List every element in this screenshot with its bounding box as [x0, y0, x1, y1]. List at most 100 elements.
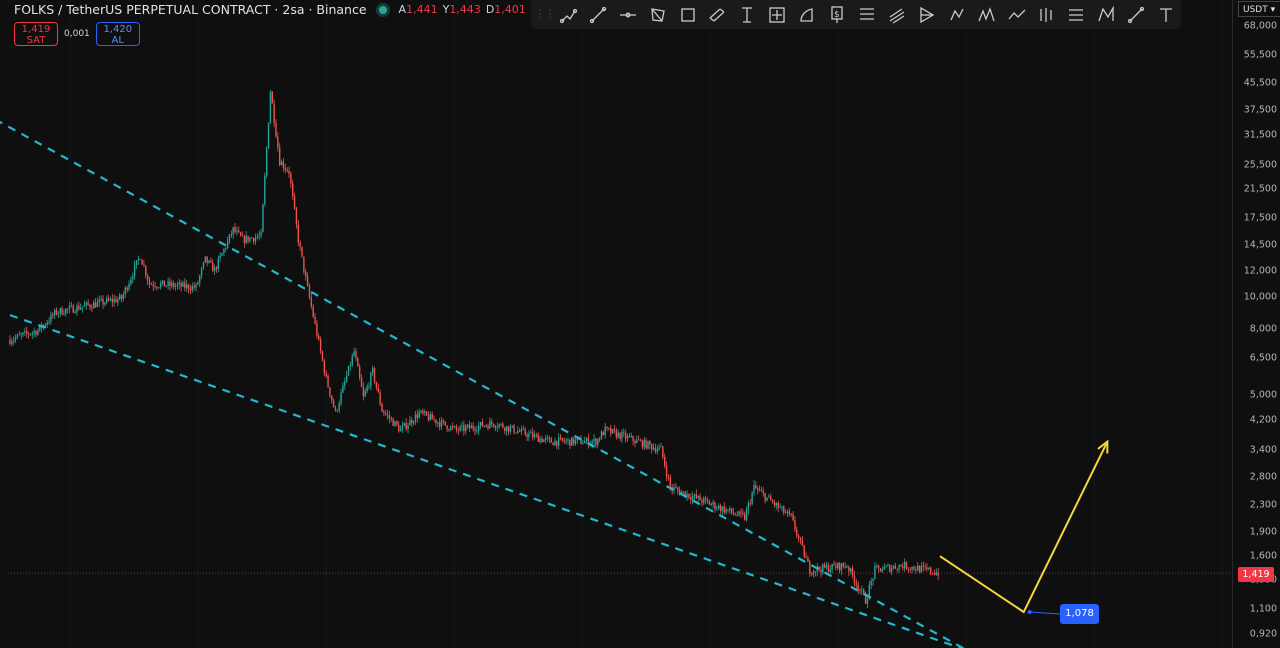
measure-tool-icon[interactable]: [762, 0, 792, 29]
target-anchor: [1027, 610, 1032, 615]
candle-body: [626, 436, 629, 439]
candle-body: [611, 429, 614, 434]
candle-body: [777, 503, 779, 508]
fib-levels-tool-icon[interactable]: [1061, 0, 1091, 29]
candle-body: [184, 282, 186, 288]
candle-body: [247, 235, 249, 242]
arc-tool-icon[interactable]: [792, 0, 822, 29]
candle-body: [319, 339, 322, 352]
candle-body: [193, 286, 195, 288]
trend-angle-tool-icon[interactable]: [553, 0, 583, 29]
candle-body: [465, 426, 467, 432]
candle-body: [243, 235, 246, 243]
candle-body: [812, 571, 815, 575]
candle-body: [664, 456, 666, 467]
candle-body: [219, 255, 221, 259]
text-tool-icon[interactable]: [1151, 0, 1181, 29]
candle-body: [651, 444, 653, 450]
xabcd-tool-icon[interactable]: [1091, 0, 1121, 29]
candle-body: [647, 441, 649, 449]
candle-body: [106, 298, 108, 303]
fib-retracement-tool-icon[interactable]: [852, 0, 882, 29]
candle-body: [879, 568, 882, 572]
candle-body: [660, 446, 662, 448]
candle-body: [433, 419, 435, 421]
candle-body: [444, 421, 446, 426]
candle-body: [809, 561, 811, 575]
candle-body: [662, 446, 664, 457]
candle-body: [597, 438, 599, 446]
price-axis[interactable]: 68,000 55,500 45,500 37,500 31,500 25,500 21,5…: [1232, 0, 1280, 648]
path-tool-icon[interactable]: [1002, 0, 1032, 29]
candle-body: [451, 426, 454, 428]
candle-body: [35, 331, 37, 335]
candle-body: [20, 334, 22, 336]
price-chart[interactable]: [0, 0, 1280, 648]
candle-body: [159, 283, 162, 288]
text-note-tool-icon[interactable]: [732, 0, 762, 29]
candle-body: [332, 400, 335, 408]
candle-body: [710, 504, 712, 505]
candle-body: [265, 148, 268, 176]
candle-body: [13, 339, 15, 342]
candle-body: [128, 283, 130, 290]
drag-handle-icon[interactable]: ⋮⋮: [535, 9, 555, 20]
candle-body: [24, 331, 26, 333]
candle-body: [695, 494, 698, 498]
candle-body: [204, 256, 206, 263]
candle-body: [474, 428, 476, 431]
candle-body: [57, 313, 60, 315]
sell-price: 1,419: [21, 24, 51, 35]
price-label-tool-icon[interactable]: $: [822, 0, 852, 29]
parallel-channel-tool-icon[interactable]: [703, 0, 733, 29]
candle-body: [91, 307, 93, 309]
candle-body: [301, 246, 303, 257]
candle-body: [316, 323, 318, 337]
candle-body: [87, 302, 89, 305]
candle-body: [637, 439, 640, 441]
candle-body: [634, 440, 636, 443]
candle-body: [288, 170, 290, 174]
bars-pattern-tool-icon[interactable]: [1032, 0, 1062, 29]
candle-body: [379, 392, 381, 404]
candle-body: [461, 425, 463, 427]
candle-body: [117, 299, 119, 303]
trend-line-tool-icon[interactable]: [583, 0, 613, 29]
candle-body: [161, 280, 164, 284]
candle-body: [264, 175, 266, 205]
candle-body: [22, 332, 24, 335]
drawing-toolbar: ⋮⋮ $: [531, 0, 1181, 29]
candle-body: [591, 441, 593, 444]
candle-body: [323, 360, 326, 374]
ray-tool-icon[interactable]: [1121, 0, 1151, 29]
candle-body: [239, 232, 242, 236]
rectangle-tool-icon[interactable]: [673, 0, 703, 29]
pattern-tool-icon[interactable]: [942, 0, 972, 29]
elliott-wave-tool-icon[interactable]: [972, 0, 1002, 29]
candle-body: [338, 403, 340, 411]
candle-body: [143, 264, 145, 266]
pitchfork-tool-icon[interactable]: [882, 0, 912, 29]
candle-body: [742, 513, 744, 515]
horizontal-ray-tool-icon[interactable]: [613, 0, 643, 29]
candle-body: [165, 285, 167, 287]
symbol-title[interactable]: FOLKS / TetherUS PERPETUAL CONTRACT · 2s…: [14, 2, 367, 17]
candle-body: [303, 256, 305, 272]
candle-body: [582, 443, 584, 445]
candle-body: [228, 234, 231, 241]
buy-button[interactable]: 1,420 AL: [95, 22, 140, 46]
polygon-tool-icon[interactable]: [643, 0, 673, 29]
candle-body: [238, 230, 240, 233]
candle-body: [191, 286, 193, 291]
y-tick-label: 21,500: [1243, 183, 1277, 195]
triangle-tool-icon[interactable]: [912, 0, 942, 29]
candle-body: [325, 373, 327, 376]
candle-body: [675, 487, 677, 489]
candle-body: [351, 355, 353, 366]
candle-body: [215, 267, 218, 270]
target-price-label[interactable]: 1,078: [1060, 604, 1099, 624]
y-tick-label: 25,500: [1243, 159, 1277, 171]
sell-button[interactable]: 1,419 SAT: [14, 22, 58, 46]
candle-body: [810, 574, 813, 575]
currency-selector[interactable]: USDT ▾: [1238, 1, 1280, 17]
